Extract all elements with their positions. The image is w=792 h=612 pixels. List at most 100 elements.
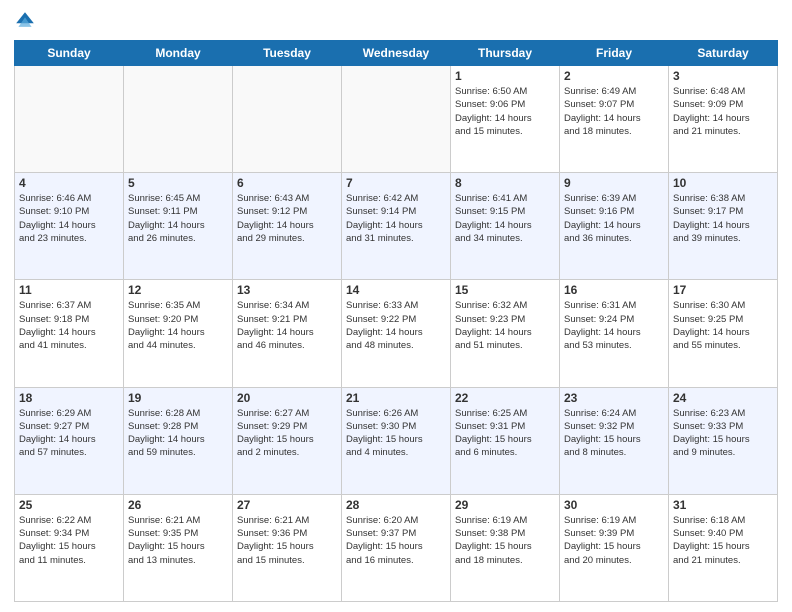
day-info: Sunrise: 6:21 AM Sunset: 9:36 PM Dayligh… [237, 514, 337, 567]
day-info: Sunrise: 6:43 AM Sunset: 9:12 PM Dayligh… [237, 192, 337, 245]
calendar-cell: 21Sunrise: 6:26 AM Sunset: 9:30 PM Dayli… [342, 387, 451, 494]
calendar-cell: 5 Sunrise: 6:45 AM Sunset: 9:11 PM Daylig… [124, 173, 233, 280]
calendar-cell: 6 Sunrise: 6:43 AM Sunset: 9:12 PM Daylig… [233, 173, 342, 280]
day-number: 2 [564, 69, 664, 83]
calendar-cell: 16 Sunrise: 6:31 AM Sunset: 9:24 PM Dayli… [560, 280, 669, 387]
day-info: Sunrise: 6:18 AM Sunset: 9:40 PM Dayligh… [673, 514, 773, 567]
calendar-week-row: 1 Sunrise: 6:50 AM Sunset: 9:06 PM Daylig… [15, 66, 778, 173]
day-number: 14 [346, 283, 446, 297]
calendar-day-header: Sunday [15, 41, 124, 66]
day-number: 7 [346, 176, 446, 190]
calendar-cell [342, 66, 451, 173]
day-number: 12 [128, 283, 228, 297]
day-info: Sunrise: 6:50 AM Sunset: 9:06 PM Dayligh… [455, 85, 555, 138]
calendar-cell: 14 Sunrise: 6:33 AM Sunset: 9:22 PM Dayli… [342, 280, 451, 387]
calendar-cell: 29 Sunrise: 6:19 AM Sunset: 9:38 PM Dayli… [451, 494, 560, 601]
day-info: Sunrise: 6:24 AM Sunset: 9:32 PM Dayligh… [564, 407, 664, 460]
day-info: Sunrise: 6:41 AM Sunset: 9:15 PM Dayligh… [455, 192, 555, 245]
calendar-table: SundayMondayTuesdayWednesdayThursdayFrid… [14, 40, 778, 602]
day-number: 29 [455, 498, 555, 512]
calendar-header-row: SundayMondayTuesdayWednesdayThursdayFrid… [15, 41, 778, 66]
calendar-cell: 26Sunrise: 6:21 AM Sunset: 9:35 PM Dayli… [124, 494, 233, 601]
calendar-cell: 28Sunrise: 6:20 AM Sunset: 9:37 PM Dayli… [342, 494, 451, 601]
calendar-day-header: Tuesday [233, 41, 342, 66]
calendar-cell: 18 Sunrise: 6:29 AM Sunset: 9:27 PM Dayli… [15, 387, 124, 494]
calendar-cell: 11 Sunrise: 6:37 AM Sunset: 9:18 PM Dayli… [15, 280, 124, 387]
day-info: Sunrise: 6:32 AM Sunset: 9:23 PM Dayligh… [455, 299, 555, 352]
day-info: Sunrise: 6:19 AM Sunset: 9:38 PM Dayligh… [455, 514, 555, 567]
day-number: 19 [128, 391, 228, 405]
calendar-week-row: 4Sunrise: 6:46 AM Sunset: 9:10 PM Daylig… [15, 173, 778, 280]
calendar-cell [15, 66, 124, 173]
calendar-week-row: 11 Sunrise: 6:37 AM Sunset: 9:18 PM Dayli… [15, 280, 778, 387]
day-number: 22 [455, 391, 555, 405]
calendar-cell: 7 Sunrise: 6:42 AM Sunset: 9:14 PM Daylig… [342, 173, 451, 280]
day-info: Sunrise: 6:38 AM Sunset: 9:17 PM Dayligh… [673, 192, 773, 245]
day-info: Sunrise: 6:37 AM Sunset: 9:18 PM Dayligh… [19, 299, 119, 352]
day-number: 3 [673, 69, 773, 83]
calendar-cell: 27 Sunrise: 6:21 AM Sunset: 9:36 PM Dayli… [233, 494, 342, 601]
calendar-cell: 23 Sunrise: 6:24 AM Sunset: 9:32 PM Dayli… [560, 387, 669, 494]
day-info: Sunrise: 6:20 AM Sunset: 9:37 PM Dayligh… [346, 514, 446, 567]
calendar-cell: 24 Sunrise: 6:23 AM Sunset: 9:33 PM Dayli… [669, 387, 778, 494]
calendar-cell: 20Sunrise: 6:27 AM Sunset: 9:29 PM Dayli… [233, 387, 342, 494]
calendar-cell: 31Sunrise: 6:18 AM Sunset: 9:40 PM Dayli… [669, 494, 778, 601]
day-number: 8 [455, 176, 555, 190]
day-info: Sunrise: 6:30 AM Sunset: 9:25 PM Dayligh… [673, 299, 773, 352]
day-info: Sunrise: 6:25 AM Sunset: 9:31 PM Dayligh… [455, 407, 555, 460]
calendar-cell: 3 Sunrise: 6:48 AM Sunset: 9:09 PM Daylig… [669, 66, 778, 173]
day-info: Sunrise: 6:23 AM Sunset: 9:33 PM Dayligh… [673, 407, 773, 460]
day-info: Sunrise: 6:22 AM Sunset: 9:34 PM Dayligh… [19, 514, 119, 567]
day-info: Sunrise: 6:19 AM Sunset: 9:39 PM Dayligh… [564, 514, 664, 567]
day-info: Sunrise: 6:35 AM Sunset: 9:20 PM Dayligh… [128, 299, 228, 352]
day-info: Sunrise: 6:49 AM Sunset: 9:07 PM Dayligh… [564, 85, 664, 138]
day-number: 18 [19, 391, 119, 405]
day-info: Sunrise: 6:48 AM Sunset: 9:09 PM Dayligh… [673, 85, 773, 138]
day-info: Sunrise: 6:33 AM Sunset: 9:22 PM Dayligh… [346, 299, 446, 352]
calendar-cell: 13 Sunrise: 6:34 AM Sunset: 9:21 PM Dayli… [233, 280, 342, 387]
day-number: 24 [673, 391, 773, 405]
calendar-cell: 30Sunrise: 6:19 AM Sunset: 9:39 PM Dayli… [560, 494, 669, 601]
day-number: 25 [19, 498, 119, 512]
day-number: 16 [564, 283, 664, 297]
logo [14, 10, 40, 32]
calendar-day-header: Friday [560, 41, 669, 66]
calendar-cell: 22 Sunrise: 6:25 AM Sunset: 9:31 PM Dayli… [451, 387, 560, 494]
day-info: Sunrise: 6:45 AM Sunset: 9:11 PM Dayligh… [128, 192, 228, 245]
day-info: Sunrise: 6:29 AM Sunset: 9:27 PM Dayligh… [19, 407, 119, 460]
calendar-cell: 12 Sunrise: 6:35 AM Sunset: 9:20 PM Dayli… [124, 280, 233, 387]
day-number: 27 [237, 498, 337, 512]
calendar-cell: 4Sunrise: 6:46 AM Sunset: 9:10 PM Daylig… [15, 173, 124, 280]
day-info: Sunrise: 6:21 AM Sunset: 9:35 PM Dayligh… [128, 514, 228, 567]
day-info: Sunrise: 6:26 AM Sunset: 9:30 PM Dayligh… [346, 407, 446, 460]
day-number: 9 [564, 176, 664, 190]
calendar-day-header: Saturday [669, 41, 778, 66]
day-info: Sunrise: 6:34 AM Sunset: 9:21 PM Dayligh… [237, 299, 337, 352]
day-number: 11 [19, 283, 119, 297]
calendar-cell: 1 Sunrise: 6:50 AM Sunset: 9:06 PM Daylig… [451, 66, 560, 173]
header [14, 10, 778, 32]
day-number: 5 [128, 176, 228, 190]
day-number: 6 [237, 176, 337, 190]
calendar-cell: 19 Sunrise: 6:28 AM Sunset: 9:28 PM Dayli… [124, 387, 233, 494]
day-info: Sunrise: 6:27 AM Sunset: 9:29 PM Dayligh… [237, 407, 337, 460]
day-number: 15 [455, 283, 555, 297]
day-number: 23 [564, 391, 664, 405]
calendar-cell [124, 66, 233, 173]
calendar-day-header: Thursday [451, 41, 560, 66]
day-number: 1 [455, 69, 555, 83]
day-number: 13 [237, 283, 337, 297]
calendar-week-row: 18 Sunrise: 6:29 AM Sunset: 9:27 PM Dayli… [15, 387, 778, 494]
calendar-cell: 9 Sunrise: 6:39 AM Sunset: 9:16 PM Daylig… [560, 173, 669, 280]
calendar-cell: 15 Sunrise: 6:32 AM Sunset: 9:23 PM Dayli… [451, 280, 560, 387]
page: SundayMondayTuesdayWednesdayThursdayFrid… [0, 0, 792, 612]
day-info: Sunrise: 6:31 AM Sunset: 9:24 PM Dayligh… [564, 299, 664, 352]
calendar-day-header: Wednesday [342, 41, 451, 66]
day-number: 17 [673, 283, 773, 297]
calendar-cell: 17 Sunrise: 6:30 AM Sunset: 9:25 PM Dayli… [669, 280, 778, 387]
day-info: Sunrise: 6:46 AM Sunset: 9:10 PM Dayligh… [19, 192, 119, 245]
day-info: Sunrise: 6:39 AM Sunset: 9:16 PM Dayligh… [564, 192, 664, 245]
day-info: Sunrise: 6:42 AM Sunset: 9:14 PM Dayligh… [346, 192, 446, 245]
logo-icon [14, 10, 36, 32]
day-info: Sunrise: 6:28 AM Sunset: 9:28 PM Dayligh… [128, 407, 228, 460]
